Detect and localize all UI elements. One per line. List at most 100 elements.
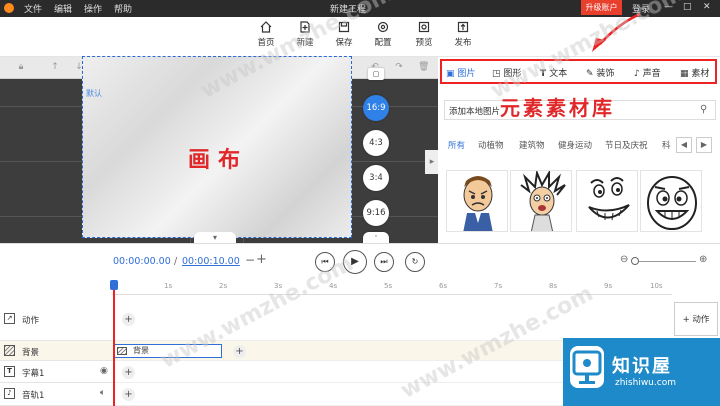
track-audio-label: 音轨1	[22, 391, 45, 401]
duration-decrease-button[interactable]: −	[245, 253, 255, 267]
tab-shape[interactable]: ◳ 图形	[492, 66, 521, 79]
track-background[interactable]: 背景	[0, 341, 112, 361]
track-audio[interactable]: ♪ 音轨1 🔈︎	[0, 383, 112, 406]
ratio-scroll-up-icon[interactable]: ▢	[368, 68, 384, 80]
duration-increase-button[interactable]: +	[256, 252, 267, 267]
preview-button[interactable]: 预览	[406, 20, 442, 48]
category-prev-icon[interactable]: ◀	[676, 137, 692, 153]
category-fitness[interactable]: 健身运动	[558, 139, 592, 151]
category-more[interactable]: 科	[662, 139, 671, 151]
close-icon[interactable]: ✕	[703, 2, 711, 12]
tab-shape-label: 图形	[503, 69, 522, 79]
time-separator: /	[174, 256, 178, 267]
menu-edit[interactable]: 编辑	[54, 2, 72, 15]
angry-man-icon	[463, 176, 493, 231]
add-audio-clip-button[interactable]: +	[122, 388, 135, 401]
clipart-thumbnail[interactable]	[446, 170, 508, 232]
skip-forward-icon: ⏭︎	[380, 257, 388, 266]
replay-icon: ↻	[411, 257, 419, 266]
next-frame-button[interactable]: ⏭︎	[374, 252, 394, 272]
search-icon[interactable]: ⚲	[700, 104, 707, 115]
previous-frame-button[interactable]: ⏮︎	[315, 252, 335, 272]
new-icon	[300, 21, 310, 33]
home-button[interactable]: 首页	[248, 20, 284, 48]
tab-decoration-label: 装饰	[596, 69, 615, 79]
delete-icon[interactable]: 🗑︎	[418, 62, 429, 72]
home-label: 首页	[257, 38, 275, 48]
playhead[interactable]	[113, 281, 115, 406]
settings-button[interactable]: 配置	[365, 20, 401, 48]
move-up-icon[interactable]: ↑	[50, 62, 60, 72]
track-action[interactable]: ↗ 动作	[0, 295, 112, 341]
subtitle-icon: T	[4, 366, 15, 377]
ratio-16-9-button[interactable]: 16:9	[363, 95, 389, 121]
action-lane[interactable]	[112, 295, 672, 341]
category-next-icon[interactable]: ▶	[696, 137, 712, 153]
ratio-4-3-button[interactable]: 4:3	[363, 130, 389, 156]
add-subtitle-clip-button[interactable]: +	[122, 366, 135, 379]
replay-button[interactable]: ↻	[405, 252, 425, 272]
track-action-label: 动作	[22, 316, 40, 326]
ratio-3-4-button[interactable]: 3:4	[363, 165, 389, 191]
menu-file[interactable]: 文件	[24, 2, 42, 15]
minimize-icon[interactable]: —	[664, 2, 673, 12]
settings-icon	[377, 21, 389, 33]
volume-icon[interactable]: 🔈︎	[100, 388, 105, 398]
add-action-button[interactable]: + 动作	[674, 302, 718, 336]
grin-face-icon	[588, 177, 630, 221]
new-button[interactable]: 新建	[287, 20, 323, 48]
save-button[interactable]: 保存	[326, 20, 362, 48]
clipart-thumbnail[interactable]	[576, 170, 638, 232]
tab-decoration[interactable]: ✎ 装饰	[586, 66, 614, 79]
ruler-tick: 7s	[494, 282, 503, 290]
tab-material[interactable]: ▦ 素材	[680, 66, 709, 79]
total-duration[interactable]: 00:00:10.00	[182, 256, 240, 267]
clipart-thumbnail[interactable]	[510, 170, 572, 232]
background-icon	[4, 345, 15, 356]
action-icon: ↗	[4, 313, 15, 324]
track-subtitle[interactable]: T 字幕1 ◉	[0, 361, 112, 383]
background-clip[interactable]: 背景	[114, 344, 222, 358]
category-buildings[interactable]: 建筑物	[519, 139, 545, 151]
playhead-handle[interactable]	[110, 280, 118, 290]
ratio-more-button[interactable]: ·	[363, 232, 389, 243]
panel-toggle-icon[interactable]: ▸	[425, 150, 439, 174]
add-local-image-label: 添加本地图片	[449, 107, 501, 117]
tab-sound[interactable]: ♪ 声音	[634, 66, 661, 79]
category-animals-plants[interactable]: 动植物	[478, 139, 504, 151]
material-icon: ▦	[680, 69, 692, 79]
track-subtitle-label: 字幕1	[22, 369, 45, 379]
preview-label: 预览	[415, 38, 433, 48]
tab-image[interactable]: ▣ 图片	[446, 66, 475, 79]
preview-icon	[418, 21, 430, 33]
maximize-icon[interactable]: □	[683, 2, 692, 12]
play-button[interactable]: ▶	[343, 250, 367, 274]
zoom-slider-track[interactable]	[634, 261, 696, 262]
clipart-thumbnail[interactable]	[640, 170, 702, 232]
ruler-tick: 2s	[219, 282, 228, 290]
add-background-clip-button[interactable]: +	[233, 345, 246, 358]
brand-logo-icon	[570, 346, 604, 388]
lock-icon[interactable]: 🔒︎	[16, 62, 26, 72]
zoom-slider-handle[interactable]	[631, 257, 639, 265]
menu-help[interactable]: 帮助	[114, 2, 132, 15]
category-all[interactable]: 所有	[448, 139, 465, 151]
visibility-eye-icon[interactable]: ◉	[100, 366, 108, 376]
ruler-tick: 6s	[439, 282, 448, 290]
ratio-9-16-button[interactable]: 9:16	[363, 200, 389, 226]
publish-icon	[457, 21, 469, 33]
tab-text[interactable]: T 文本	[540, 66, 567, 79]
menu-operate[interactable]: 操作	[84, 2, 102, 15]
publish-button[interactable]: 发布	[445, 20, 481, 48]
image-icon: ▣	[446, 69, 458, 79]
skip-back-icon: ⏮︎	[321, 257, 329, 266]
tab-sound-label: 声音	[642, 69, 661, 79]
redo-icon[interactable]: ↷	[394, 62, 404, 72]
category-festivals[interactable]: 节日及庆祝	[605, 139, 648, 151]
app-logo-icon	[4, 3, 14, 13]
zoom-in-icon[interactable]: ⊕	[699, 254, 707, 265]
zoom-out-icon[interactable]: ⊖	[620, 254, 628, 265]
add-action-clip-button[interactable]: +	[122, 313, 135, 326]
ruler-tick: 10s	[650, 282, 663, 290]
ruler-tick: 9s	[604, 282, 613, 290]
